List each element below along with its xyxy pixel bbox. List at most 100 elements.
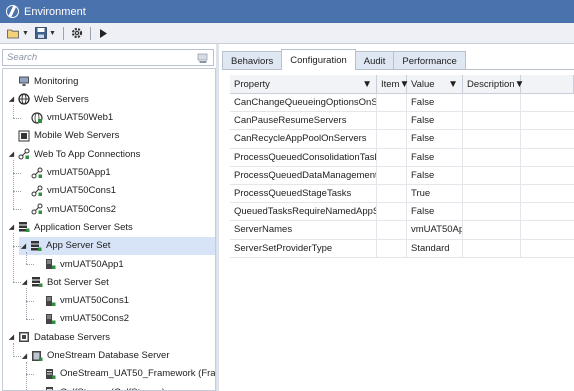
search-field[interactable]: Search [2,49,214,66]
collapse-arrow-icon[interactable]: ◢ [20,278,29,286]
configuration-grid: Property ▼ Item ▼ Value ▼ Description ▼ … [230,75,574,258]
column-header-filler [521,75,574,93]
tree-node-label: Monitoring [34,75,79,87]
tree-node[interactable]: vmUAT50Web1 [20,109,113,127]
monitor-icon [19,76,29,86]
tree-node-label: vmUAT50Cons2 [47,203,116,215]
clear-search-icon[interactable] [196,51,210,65]
settings-button[interactable] [68,25,86,42]
value-cell[interactable]: False [407,94,463,112]
save-menu-button[interactable]: ▼ [32,25,59,42]
description-cell [463,94,521,112]
tree-node-label: vmUAT50Cons1 [60,295,129,307]
title-bar: Environment [0,0,574,23]
tree-node[interactable]: vmUAT50App1 [33,255,124,273]
table-row[interactable]: ProcessQueuedStageTasks True [230,184,574,204]
tree-node[interactable]: ◢ Web To App Connections [7,145,140,163]
tab-configuration[interactable]: Configuration [281,49,356,70]
collapse-arrow-icon[interactable]: ◢ [7,223,16,231]
tree-connector [13,160,14,210]
column-header-item[interactable]: Item ▼ [377,75,409,93]
filter-icon[interactable]: ▼ [362,79,372,90]
column-header-label: Description [467,78,515,90]
tab-audit[interactable]: Audit [354,51,395,70]
run-button[interactable] [95,25,111,42]
table-row[interactable]: ServerSetProviderType Standard [230,239,574,258]
item-cell [377,94,407,112]
tab-behaviors[interactable]: Behaviors [222,51,283,70]
value-cell[interactable]: True [407,184,463,203]
column-header-property[interactable]: Property ▼ [230,75,377,93]
collapse-arrow-icon[interactable]: ◢ [7,95,16,103]
description-cell [463,239,521,257]
tree-connector [13,105,14,118]
column-header-label: Value [411,78,435,90]
value-cell[interactable]: False [407,148,463,166]
row-filler [521,185,574,202]
row-filler [521,167,574,184]
tree-node[interactable]: vmUAT50Cons2 [33,310,129,328]
window-title: Environment [24,5,86,18]
tree-node-label: Mobile Web Servers [34,130,120,142]
value-cell[interactable]: False [407,130,463,148]
tree-node[interactable]: ◢ OneStream Database Server [20,347,170,365]
filter-icon[interactable]: ▼ [448,79,458,90]
tree-connector [26,264,34,265]
search-input[interactable]: Search [3,52,196,63]
database-server-icon [32,350,43,361]
collapse-arrow-icon[interactable]: ◢ [7,150,16,158]
tree-connector [26,361,27,390]
value-cell[interactable]: vmUAT50App* [407,221,463,239]
onestream-logo-icon [6,5,19,18]
property-cell: CanChangeQueueingOptionsOnServers [230,94,377,112]
tree-node[interactable]: Monitoring [7,72,78,90]
column-header-label: Item [381,78,400,90]
value-cell[interactable]: False [407,112,463,130]
row-filler [521,130,574,147]
collapse-arrow-icon[interactable]: ◢ [20,352,29,360]
tree-connector [13,117,21,119]
collapse-arrow-icon[interactable]: ◢ [7,333,16,341]
tree-node[interactable]: vmUAT50Cons1 [33,292,129,310]
tree-node-label: Application Server Sets [34,221,133,233]
property-cell: CanPauseResumeServers [230,112,377,130]
table-row[interactable]: ProcessQueuedConsolidationTasks False [230,148,574,167]
value-cell[interactable]: False [407,166,463,184]
table-row[interactable]: QueuedTasksRequireNamedAppServer False [230,203,574,222]
tree-connector [13,172,21,174]
table-row[interactable]: CanPauseResumeServers False [230,112,574,131]
tree-node[interactable]: ◢ Bot Server Set [20,273,109,291]
value-cell[interactable]: Standard [407,239,463,257]
tree-connector [26,318,34,320]
tree-node[interactable]: ◢ Application Server Sets [7,218,133,236]
tree-node[interactable]: OneStream_UAT50_Framework (Framework) [33,365,215,383]
tree-connector [13,343,14,356]
tree-node[interactable]: ◢ App Server Set [19,236,215,255]
table-row[interactable]: CanChangeQueueingOptionsOnServers False [230,94,574,113]
tree-node[interactable]: Mobile Web Servers [7,127,119,145]
globe-icon [18,93,30,105]
tree-connector [13,282,21,284]
tree-node[interactable]: GolfStream (GolfStream) [33,383,165,390]
item-cell [377,130,407,148]
folder-menu-button[interactable]: ▼ [4,25,32,42]
tree-node-label: Web Servers [34,93,89,105]
table-row[interactable]: CanRecycleAppPoolOnServers False [230,130,574,149]
tree-node[interactable]: ◢ Web Servers [7,90,89,108]
tree-node[interactable]: vmUAT50App1 [20,164,111,182]
column-header-value[interactable]: Value ▼ [407,75,463,93]
environment-tree: Monitoring ◢ Web Servers vmUAT50Web1 Mobile … [2,68,216,391]
tree-node[interactable]: vmUAT50Cons1 [20,182,116,200]
folder-icon [7,29,19,38]
item-cell [377,166,407,184]
description-cell [463,112,521,130]
gear-icon [71,27,82,39]
table-row[interactable]: ProcessQueuedDataManagementTasks False [230,166,574,185]
tree-node[interactable]: vmUAT50Cons2 [20,200,116,218]
column-header-description[interactable]: Description ▼ [463,75,524,93]
value-cell[interactable]: False [407,203,463,221]
table-row[interactable]: ServerNames vmUAT50App* [230,221,574,240]
tree-node[interactable]: ◢ Database Servers [7,328,110,346]
save-icon [35,27,47,39]
tab-performance[interactable]: Performance [393,51,466,70]
